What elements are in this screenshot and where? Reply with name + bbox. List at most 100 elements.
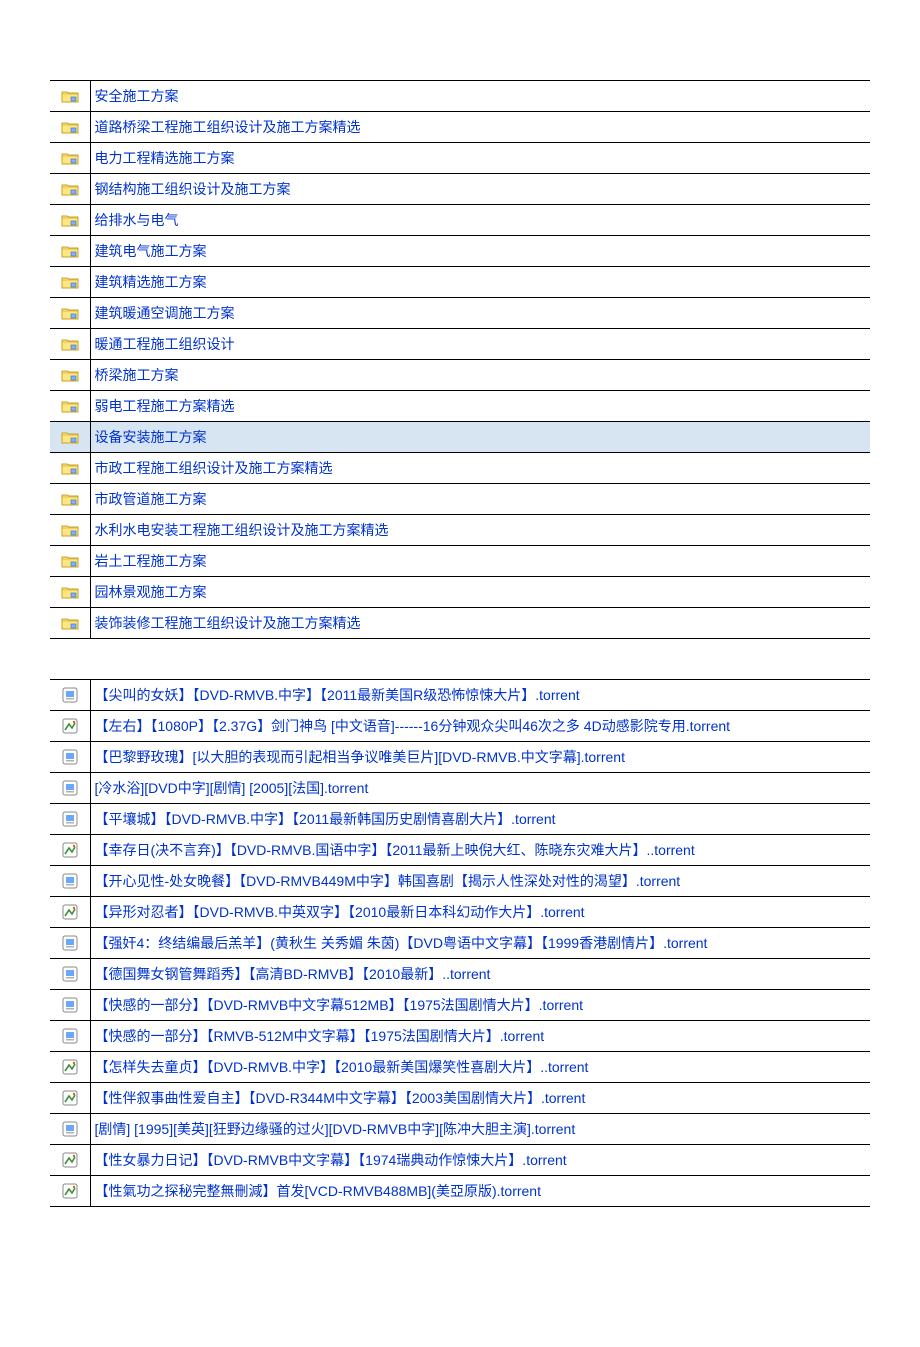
- folder-row[interactable]: 岩土工程施工方案: [50, 546, 870, 577]
- folder-icon: [50, 236, 90, 267]
- folder-row[interactable]: 建筑暖通空调施工方案: [50, 298, 870, 329]
- torrent-icon: [50, 1021, 90, 1052]
- file-row[interactable]: 【左右】【1080P】【2.37G】剑门神鸟 [中文语音]------16分钟观…: [50, 711, 870, 742]
- file-row[interactable]: 【性氣功之探秘完整無刪減】首发[VCD-RMVB488MB](美亞原版).tor…: [50, 1176, 870, 1207]
- file-row[interactable]: 【快感的一部分】【RMVB-512M中文字幕】【1975法国剧情大片】.torr…: [50, 1021, 870, 1052]
- file-row[interactable]: 【平壤城】【DVD-RMVB.中字】【2011最新韩国历史剧情喜剧大片】.tor…: [50, 804, 870, 835]
- folder-row[interactable]: 市政工程施工组织设计及施工方案精选: [50, 453, 870, 484]
- folder-name[interactable]: 岩土工程施工方案: [90, 546, 870, 577]
- folder-name[interactable]: 弱电工程施工方案精选: [90, 391, 870, 422]
- torrent-icon: [50, 742, 90, 773]
- file-name[interactable]: 【快感的一部分】【DVD-RMVB中文字幕512MB】【1975法国剧情大片】.…: [90, 990, 870, 1021]
- folder-name[interactable]: 建筑电气施工方案: [90, 236, 870, 267]
- file-name[interactable]: [剧情] [1995][美英][狂野边缘骚的过火][DVD-RMVB中字][陈冲…: [90, 1114, 870, 1145]
- file-row[interactable]: [冷水浴][DVD中字][剧情] [2005][法国].torrent: [50, 773, 870, 804]
- folder-name[interactable]: 装饰装修工程施工组织设计及施工方案精选: [90, 608, 870, 639]
- torrent-icon: [50, 990, 90, 1021]
- folder-name[interactable]: 桥梁施工方案: [90, 360, 870, 391]
- torrent-alt-icon: [50, 1145, 90, 1176]
- folder-name[interactable]: 暖通工程施工组织设计: [90, 329, 870, 360]
- folder-icon: [50, 391, 90, 422]
- file-name[interactable]: [冷水浴][DVD中字][剧情] [2005][法国].torrent: [90, 773, 870, 804]
- file-row[interactable]: 【德国舞女钢管舞蹈秀】【高清BD-RMVB】【2010最新】..torrent: [50, 959, 870, 990]
- torrent-alt-icon: [50, 1052, 90, 1083]
- folder-name[interactable]: 钢结构施工组织设计及施工方案: [90, 174, 870, 205]
- folder-name[interactable]: 设备安装施工方案: [90, 422, 870, 453]
- file-row[interactable]: 【快感的一部分】【DVD-RMVB中文字幕512MB】【1975法国剧情大片】.…: [50, 990, 870, 1021]
- torrent-icon: [50, 680, 90, 711]
- folder-row[interactable]: 建筑精选施工方案: [50, 267, 870, 298]
- folder-row[interactable]: 暖通工程施工组织设计: [50, 329, 870, 360]
- file-name[interactable]: 【尖叫的女妖】【DVD-RMVB.中字】【2011最新美国R级恐怖惊悚大片】.t…: [90, 680, 870, 711]
- file-name[interactable]: 【开心见性-处女晚餐】【DVD-RMVB449M中字】韩国喜剧【揭示人性深处对性…: [90, 866, 870, 897]
- folder-row[interactable]: 安全施工方案: [50, 81, 870, 112]
- torrent-alt-icon: [50, 1176, 90, 1207]
- file-row[interactable]: 【强奸4：终结编最后羔羊】(黄秋生 关秀媚 朱茵)【DVD粤语中文字幕】【199…: [50, 928, 870, 959]
- file-row[interactable]: 【性女暴力日记】【DVD-RMVB中文字幕】【1974瑞典动作惊悚大片】.tor…: [50, 1145, 870, 1176]
- torrent-icon: [50, 959, 90, 990]
- torrent-icon: [50, 773, 90, 804]
- folder-icon: [50, 515, 90, 546]
- file-name[interactable]: 【左右】【1080P】【2.37G】剑门神鸟 [中文语音]------16分钟观…: [90, 711, 870, 742]
- folder-name[interactable]: 安全施工方案: [90, 81, 870, 112]
- file-row[interactable]: 【怎样失去童贞】【DVD-RMVB.中字】【2010最新美国爆笑性喜剧大片】..…: [50, 1052, 870, 1083]
- folder-name[interactable]: 电力工程精选施工方案: [90, 143, 870, 174]
- file-name[interactable]: 【强奸4：终结编最后羔羊】(黄秋生 关秀媚 朱茵)【DVD粤语中文字幕】【199…: [90, 928, 870, 959]
- torrent-alt-icon: [50, 1083, 90, 1114]
- torrent-icon: [50, 866, 90, 897]
- folder-icon: [50, 484, 90, 515]
- folder-name[interactable]: 建筑精选施工方案: [90, 267, 870, 298]
- folder-row[interactable]: 钢结构施工组织设计及施工方案: [50, 174, 870, 205]
- folder-row[interactable]: 弱电工程施工方案精选: [50, 391, 870, 422]
- folder-row[interactable]: 电力工程精选施工方案: [50, 143, 870, 174]
- file-name[interactable]: 【怎样失去童贞】【DVD-RMVB.中字】【2010最新美国爆笑性喜剧大片】..…: [90, 1052, 870, 1083]
- file-row[interactable]: 【性伴叙事曲性爱自主】【DVD-R344M中文字幕】【2003美国剧情大片】.t…: [50, 1083, 870, 1114]
- folder-icon: [50, 546, 90, 577]
- folder-icon: [50, 577, 90, 608]
- folder-row[interactable]: 桥梁施工方案: [50, 360, 870, 391]
- folder-icon: [50, 329, 90, 360]
- torrent-alt-icon: [50, 711, 90, 742]
- file-name[interactable]: 【幸存日(决不言弃)】【DVD-RMVB.国语中字】【2011最新上映倪大红、陈…: [90, 835, 870, 866]
- folder-icon: [50, 143, 90, 174]
- folder-icon: [50, 608, 90, 639]
- folder-name[interactable]: 道路桥梁工程施工组织设计及施工方案精选: [90, 112, 870, 143]
- torrent-alt-icon: [50, 835, 90, 866]
- folder-icon: [50, 422, 90, 453]
- folder-row[interactable]: 建筑电气施工方案: [50, 236, 870, 267]
- folder-name[interactable]: 水利水电安装工程施工组织设计及施工方案精选: [90, 515, 870, 546]
- folder-name[interactable]: 市政工程施工组织设计及施工方案精选: [90, 453, 870, 484]
- file-row[interactable]: 【异形对忍者】【DVD-RMVB.中英双字】【2010最新日本科幻动作大片】.t…: [50, 897, 870, 928]
- folder-icon: [50, 453, 90, 484]
- file-name[interactable]: 【性伴叙事曲性爱自主】【DVD-R344M中文字幕】【2003美国剧情大片】.t…: [90, 1083, 870, 1114]
- folder-icon: [50, 298, 90, 329]
- file-row[interactable]: 【幸存日(决不言弃)】【DVD-RMVB.国语中字】【2011最新上映倪大红、陈…: [50, 835, 870, 866]
- file-name[interactable]: 【性氣功之探秘完整無刪減】首发[VCD-RMVB488MB](美亞原版).tor…: [90, 1176, 870, 1207]
- folder-row[interactable]: 市政管道施工方案: [50, 484, 870, 515]
- file-name[interactable]: 【德国舞女钢管舞蹈秀】【高清BD-RMVB】【2010最新】..torrent: [90, 959, 870, 990]
- file-name[interactable]: 【性女暴力日记】【DVD-RMVB中文字幕】【1974瑞典动作惊悚大片】.tor…: [90, 1145, 870, 1176]
- folder-name[interactable]: 建筑暖通空调施工方案: [90, 298, 870, 329]
- folder-row[interactable]: 园林景观施工方案: [50, 577, 870, 608]
- file-row[interactable]: [剧情] [1995][美英][狂野边缘骚的过火][DVD-RMVB中字][陈冲…: [50, 1114, 870, 1145]
- files-table: 【尖叫的女妖】【DVD-RMVB.中字】【2011最新美国R级恐怖惊悚大片】.t…: [50, 679, 870, 1207]
- folder-row[interactable]: 道路桥梁工程施工组织设计及施工方案精选: [50, 112, 870, 143]
- file-row[interactable]: 【尖叫的女妖】【DVD-RMVB.中字】【2011最新美国R级恐怖惊悚大片】.t…: [50, 680, 870, 711]
- torrent-alt-icon: [50, 897, 90, 928]
- folder-name[interactable]: 园林景观施工方案: [90, 577, 870, 608]
- folder-icon: [50, 174, 90, 205]
- file-name[interactable]: 【平壤城】【DVD-RMVB.中字】【2011最新韩国历史剧情喜剧大片】.tor…: [90, 804, 870, 835]
- torrent-icon: [50, 928, 90, 959]
- file-name[interactable]: 【异形对忍者】【DVD-RMVB.中英双字】【2010最新日本科幻动作大片】.t…: [90, 897, 870, 928]
- folder-row[interactable]: 设备安装施工方案: [50, 422, 870, 453]
- file-row[interactable]: 【开心见性-处女晚餐】【DVD-RMVB449M中字】韩国喜剧【揭示人性深处对性…: [50, 866, 870, 897]
- folder-row[interactable]: 装饰装修工程施工组织设计及施工方案精选: [50, 608, 870, 639]
- folder-row[interactable]: 水利水电安装工程施工组织设计及施工方案精选: [50, 515, 870, 546]
- folder-name[interactable]: 市政管道施工方案: [90, 484, 870, 515]
- file-name[interactable]: 【巴黎野玫瑰】[以大胆的表现而引起相当争议唯美巨片][DVD-RMVB.中文字幕…: [90, 742, 870, 773]
- folder-icon: [50, 112, 90, 143]
- folder-row[interactable]: 给排水与电气: [50, 205, 870, 236]
- folder-name[interactable]: 给排水与电气: [90, 205, 870, 236]
- file-name[interactable]: 【快感的一部分】【RMVB-512M中文字幕】【1975法国剧情大片】.torr…: [90, 1021, 870, 1052]
- file-row[interactable]: 【巴黎野玫瑰】[以大胆的表现而引起相当争议唯美巨片][DVD-RMVB.中文字幕…: [50, 742, 870, 773]
